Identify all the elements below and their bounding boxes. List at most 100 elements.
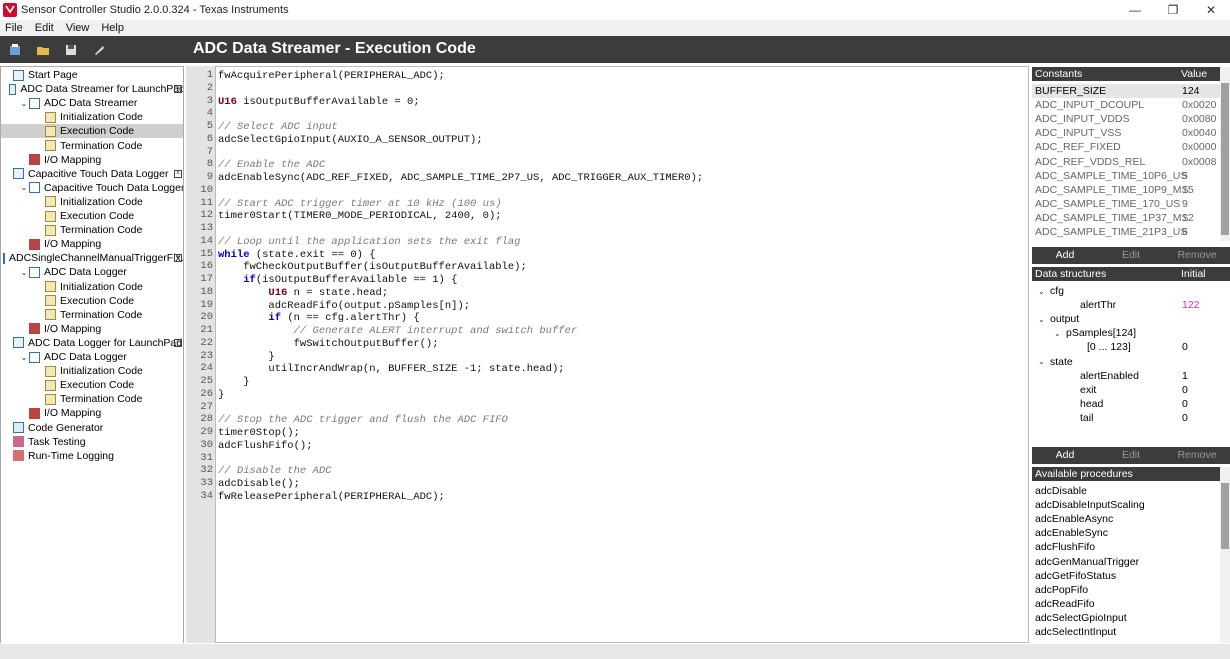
tree-item[interactable]: Execution Code [1,378,183,392]
open-project-icon[interactable] [36,43,50,57]
code-line[interactable]: } [218,376,249,388]
tree-item[interactable]: Termination Code [1,223,183,237]
tree-item[interactable]: ⌄ Capacitive Touch Data Logger [1,181,183,195]
code-line[interactable]: // Stop the ADC trigger and flush the AD… [218,414,508,426]
code-line[interactable]: U16 isOutputBufferAvailable = 0; [218,96,420,108]
constants-add-button[interactable]: Add [1032,247,1098,264]
tree-item[interactable]: ⌄ ADC Data Logger [1,350,183,364]
tree-item[interactable]: I/O Mapping [1,322,183,336]
data-structure-row[interactable]: exit 0 [1032,383,1230,397]
tree-item[interactable]: Termination Code [1,139,183,153]
procedure-item[interactable]: adcDisable [1032,484,1220,498]
tree-item[interactable]: Initialization Code [1,280,183,294]
close-button[interactable]: ✕ [1188,0,1230,20]
tree-item[interactable]: Execution Code [1,209,183,223]
tree-item[interactable]: Start Page [1,68,183,82]
tree-item[interactable]: Capacitive Touch Data Logger × [1,167,183,181]
constants-remove-button[interactable]: Remove [1164,247,1230,264]
code-line[interactable]: // Loop until the application sets the e… [218,236,520,248]
tree-item[interactable]: Termination Code [1,392,183,406]
code-line[interactable]: fwAcquirePeripheral(PERIPHERAL_ADC); [218,70,445,82]
close-project-icon[interactable]: × [174,254,182,263]
tree-item[interactable]: ⌄ ADC Data Logger [1,265,183,279]
constants-scroll-thumb[interactable] [1221,83,1229,235]
code-line[interactable]: adcReadFifo(output.pSamples[n]); [218,300,470,312]
data-structures-edit-button[interactable]: Edit [1098,447,1164,464]
tree-item[interactable]: Run-Time Logging [1,449,183,463]
procedures-scroll-thumb[interactable] [1221,483,1229,549]
constant-row[interactable]: ADC_SAMPLE_TIME_21P3_US 6 [1032,225,1220,239]
code-line[interactable]: adcFlushFifo(); [218,440,313,452]
procedure-item[interactable]: adcFlushFifo [1032,540,1220,554]
menu-help[interactable]: Help [95,22,130,34]
data-structure-row[interactable]: alertEnabled 1 [1032,369,1230,383]
code-line[interactable]: timer0Stop(); [218,427,300,439]
tree-item[interactable]: Execution Code [1,124,183,139]
constant-row[interactable]: ADC_INPUT_VDDS 0x0080 [1032,112,1220,126]
expand-chevron-icon[interactable]: ⌄ [1038,315,1045,324]
code-line[interactable]: adcDisable(); [218,478,300,490]
new-project-icon[interactable] [8,43,22,57]
code-line[interactable]: adcSelectGpioInput(AUXIO_A_SENSOR_OUTPUT… [218,134,483,146]
procedure-item[interactable]: adcSelectIntInput [1032,625,1220,639]
tree-item[interactable]: Termination Code [1,308,183,322]
constants-edit-button[interactable]: Edit [1098,247,1164,264]
procedure-item[interactable]: adcSelectGpioInput [1032,611,1220,625]
procedure-item[interactable]: adcReadFifo [1032,597,1220,611]
code-line[interactable]: // Disable the ADC [218,465,331,477]
code-line[interactable]: fwSwitchOutputBuffer(); [218,338,439,350]
constant-row[interactable]: ADC_SAMPLE_TIME_1P37_MS 12 [1032,211,1220,225]
tree-expand-chevron-icon[interactable]: ⌄ [19,268,29,277]
code-line[interactable]: if (n == cfg.alertThr) { [218,312,419,324]
data-structure-row[interactable]: ⌄ state [1032,355,1230,369]
procedure-item[interactable]: adcEnableAsync [1032,512,1220,526]
menu-view[interactable]: View [60,22,96,34]
constant-row[interactable]: ADC_INPUT_VSS 0x0040 [1032,126,1220,140]
close-project-icon[interactable]: × [174,169,182,178]
tree-item[interactable]: Execution Code [1,294,183,308]
tree-expand-chevron-icon[interactable]: ⌄ [19,99,29,108]
expand-chevron-icon[interactable]: ⌄ [1054,329,1061,338]
tree-item[interactable]: I/O Mapping [1,153,183,167]
constant-row[interactable]: ADC_REF_VDDS_REL 0x0008 [1032,155,1220,169]
tree-item[interactable]: Initialization Code [1,195,183,209]
constant-row[interactable]: ADC_REF_FIXED 0x0000 [1032,140,1220,154]
code-line[interactable]: adcEnableSync(ADC_REF_FIXED, ADC_SAMPLE_… [218,172,703,184]
data-structure-row[interactable]: alertThr 122 [1032,298,1230,312]
constant-row[interactable]: BUFFER_SIZE 124 [1032,84,1220,98]
code-line[interactable]: // Generate ALERT interrupt and switch b… [218,325,578,337]
expand-chevron-icon[interactable]: ⌄ [1038,357,1045,366]
close-project-icon[interactable]: × [174,85,182,94]
code-line[interactable]: // Start ADC trigger timer at 10 kHz (10… [218,198,502,210]
code-line[interactable]: utilIncrAndWrap(n, BUFFER_SIZE -1; state… [218,363,564,375]
menu-edit[interactable]: Edit [29,22,60,34]
tree-item[interactable]: Initialization Code [1,110,183,124]
tree-expand-chevron-icon[interactable]: ⌄ [19,183,29,192]
tree-item[interactable]: I/O Mapping [1,406,183,420]
code-line[interactable]: timer0Start(TIMER0_MODE_PERIODICAL, 2400… [218,210,502,222]
tree-item[interactable]: ADC Data Streamer for LaunchPad × [1,82,183,96]
code-line[interactable]: } [218,351,274,363]
code-line[interactable]: } [218,389,224,401]
data-structure-row[interactable]: tail 0 [1032,411,1230,425]
data-structure-row[interactable]: ⌄ pSamples[124] [1032,326,1230,340]
build-icon[interactable] [92,43,106,57]
tree-item[interactable]: Initialization Code [1,364,183,378]
data-structure-row[interactable]: [0 ... 123] 0 [1032,340,1230,354]
tree-item[interactable]: ADC Data Logger for LaunchPad × [1,336,183,350]
code-line[interactable]: // Select ADC input [218,121,338,133]
code-line[interactable]: if(isOutputBufferAvailable == 1) { [218,274,457,286]
tree-item[interactable]: I/O Mapping [1,237,183,251]
close-project-icon[interactable]: × [174,338,182,347]
code-line[interactable]: U16 n = state.head; [218,287,388,299]
data-structures-add-button[interactable]: Add [1032,447,1098,464]
procedure-item[interactable]: adcGenManualTrigger [1032,555,1220,569]
save-icon[interactable] [64,43,78,57]
data-structure-row[interactable]: head 0 [1032,397,1230,411]
expand-chevron-icon[interactable]: ⌄ [1038,287,1045,296]
constant-row[interactable]: ADC_SAMPLE_TIME_170_US 9 [1032,197,1220,211]
tree-item[interactable]: Task Testing [1,435,183,449]
constant-row[interactable]: ADC_INPUT_DCOUPL 0x0020 [1032,98,1220,112]
tree-item[interactable]: Code Generator [1,421,183,435]
menu-file[interactable]: File [0,22,29,34]
